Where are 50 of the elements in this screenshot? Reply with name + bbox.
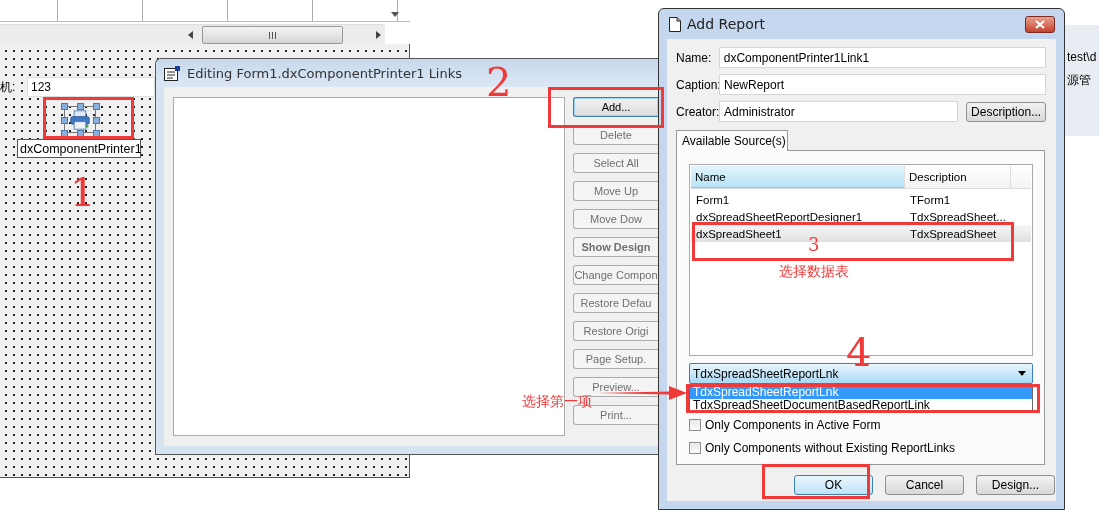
text-field[interactable]: dxComponentPrinter1Link1 xyxy=(718,47,1046,68)
column-header[interactable]: Description xyxy=(905,166,1011,188)
scroll-right-icon[interactable] xyxy=(376,31,381,39)
field-label: Caption: xyxy=(676,77,719,92)
name-cell-text: dxSpreadSheet1 xyxy=(695,227,783,240)
dialog-button[interactable]: OK xyxy=(794,475,873,495)
scroll-down-icon xyxy=(391,12,399,17)
caret-icon xyxy=(1018,371,1026,376)
source-tab[interactable]: Available Source(s) xyxy=(676,130,788,151)
panel-text: test\d xyxy=(1066,50,1098,64)
dialog-button[interactable]: Design... xyxy=(976,475,1055,495)
name-cell-text: dxSpreadSheetReportDesigner1 xyxy=(695,210,864,223)
annotation-note: 选择第一项 xyxy=(522,394,592,408)
scroll-left-icon[interactable] xyxy=(188,31,193,39)
annotation-note: 选择数据表 xyxy=(779,264,849,278)
scrollbar-thumb[interactable] xyxy=(202,26,343,44)
link-action-button[interactable]: Add... xyxy=(573,97,658,117)
document-icon xyxy=(669,16,681,32)
grip-icon xyxy=(268,31,277,39)
close-icon xyxy=(1035,19,1045,29)
field-label: Name: xyxy=(676,50,713,65)
text-field[interactable]: NewReport xyxy=(719,74,1046,95)
input-field[interactable]: 123 xyxy=(27,77,155,97)
checkbox-label: Only Components without Existing ReportLinks xyxy=(705,440,956,455)
text-field[interactable]: Administrator xyxy=(719,101,959,122)
window-title: Editing Form1.dxComponentPrinter1 Links xyxy=(187,65,463,81)
annotation-number: 1 xyxy=(70,172,96,212)
source-row[interactable]: dxSpreadSheetReportDesigner1 TdxSpreadSheet... xyxy=(691,208,1031,225)
description-button[interactable]: Description... xyxy=(966,101,1046,122)
selection-handle[interactable] xyxy=(77,103,84,110)
field-label: 机: xyxy=(0,79,16,96)
form-icon xyxy=(164,65,181,81)
description-cell-text: TdxSpreadSheet... xyxy=(909,210,1006,223)
source-row[interactable]: Form1 TForm1 xyxy=(691,191,1031,208)
dialog-button[interactable]: Cancel xyxy=(885,475,964,495)
checkbox[interactable] xyxy=(689,441,701,454)
checkbox-label: Only Components in Active Form xyxy=(705,417,881,432)
window-title: Add Report xyxy=(687,16,765,32)
horizontal-scrollbar[interactable] xyxy=(0,24,385,44)
checkbox[interactable] xyxy=(689,418,701,431)
column-header[interactable]: Name xyxy=(691,166,905,188)
name-cell-text: Form1 xyxy=(695,193,731,206)
selection-handle[interactable] xyxy=(77,130,84,137)
annotation-number: 2 xyxy=(486,62,512,102)
printer-icon xyxy=(69,109,91,130)
description-cell-text: TForm1 xyxy=(909,193,951,206)
description-cell-text: TdxSpreadSheet xyxy=(909,227,997,240)
panel-text: 源管 xyxy=(1066,72,1092,89)
close-button[interactable] xyxy=(1025,15,1055,33)
field-label: Creator: xyxy=(676,104,719,119)
